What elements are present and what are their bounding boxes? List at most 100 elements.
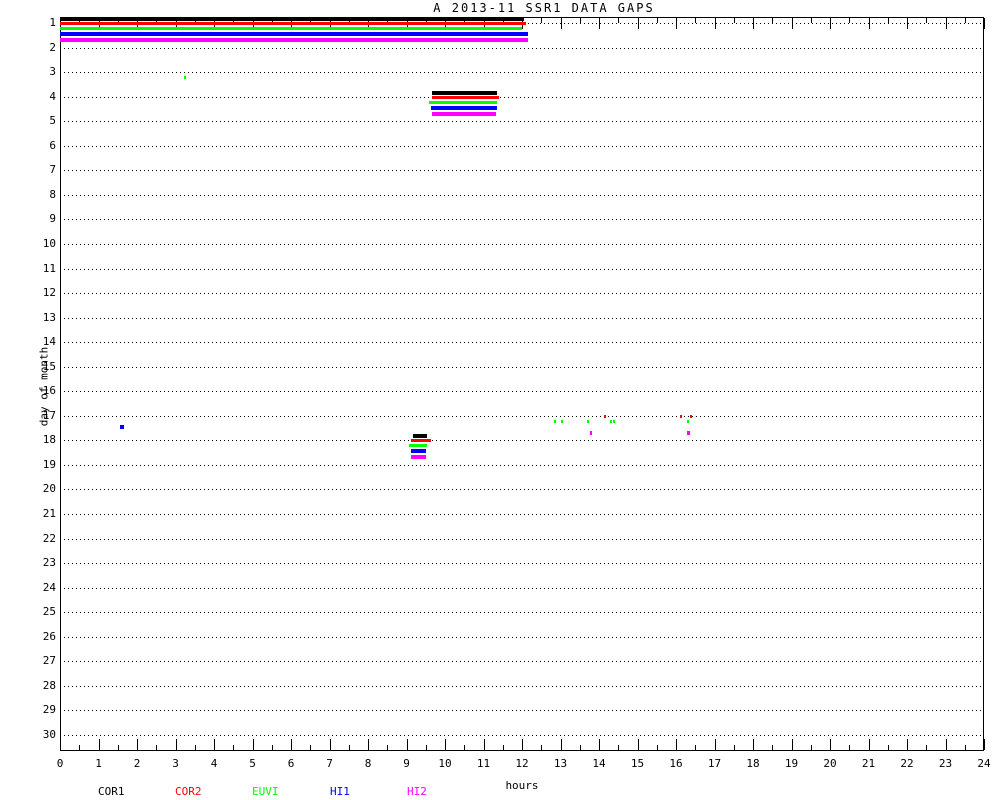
y-tick-label: 26 xyxy=(30,631,56,643)
y-tick-label: 15 xyxy=(30,361,56,373)
x-minor-tick-bottom xyxy=(541,745,542,750)
x-minor-tick-bottom xyxy=(118,745,119,750)
x-minor-tick-bottom xyxy=(926,745,927,750)
gap-bar-hi1-day4 xyxy=(431,106,497,110)
x-minor-tick-bottom xyxy=(233,745,234,750)
x-minor-tick-top xyxy=(772,18,773,23)
x-minor-tick-bottom xyxy=(349,745,350,750)
y-tick-label: 27 xyxy=(30,655,56,667)
y-tick-label: 29 xyxy=(30,704,56,716)
x-major-tick-bottom xyxy=(291,739,292,750)
x-major-tick-bottom xyxy=(907,739,908,750)
x-minor-tick-top xyxy=(965,18,966,23)
day-gridline xyxy=(60,391,984,392)
gap-bar-cor1-day18 xyxy=(413,434,427,438)
x-tick-label: 10 xyxy=(438,758,451,770)
x-tick-label: 12 xyxy=(515,758,528,770)
y-tick-label: 21 xyxy=(30,508,56,520)
x-minor-tick-bottom xyxy=(695,745,696,750)
y-tick-label: 20 xyxy=(30,483,56,495)
x-tick-label: 18 xyxy=(746,758,759,770)
x-major-tick-top xyxy=(869,18,870,29)
x-tick-label: 1 xyxy=(95,758,102,770)
y-tick-label: 6 xyxy=(30,140,56,152)
y-tick-label: 10 xyxy=(30,238,56,250)
x-minor-tick-bottom xyxy=(79,745,80,750)
chart-figure: A 2013-11 SSR1 DATA GAPS day of month 12… xyxy=(0,0,1000,800)
y-tick-label: 18 xyxy=(30,434,56,446)
y-tick-label: 4 xyxy=(30,91,56,103)
x-minor-tick-bottom xyxy=(888,745,889,750)
gap-bar-euvi-day17 xyxy=(613,420,615,423)
y-tick-label: 12 xyxy=(30,287,56,299)
x-minor-tick-top xyxy=(618,18,619,23)
y-tick-label: 22 xyxy=(30,533,56,545)
x-major-tick-top xyxy=(638,18,639,29)
plot-area xyxy=(60,17,984,751)
x-minor-tick-bottom xyxy=(580,745,581,750)
day-gridline xyxy=(60,342,984,343)
day-gridline xyxy=(60,146,984,147)
gap-bar-euvi-day4 xyxy=(429,101,497,104)
x-major-tick-bottom xyxy=(676,739,677,750)
x-tick-label: 0 xyxy=(57,758,64,770)
x-major-tick-bottom xyxy=(792,739,793,750)
gap-bar-hi2-day17 xyxy=(590,431,592,435)
x-major-tick-bottom xyxy=(137,739,138,750)
x-major-tick-bottom xyxy=(484,739,485,750)
x-minor-tick-bottom xyxy=(310,745,311,750)
y-tick-label: 23 xyxy=(30,557,56,569)
x-tick-label: 23 xyxy=(939,758,952,770)
y-tick-label: 3 xyxy=(30,66,56,78)
x-minor-tick-top xyxy=(926,18,927,23)
x-minor-tick-bottom xyxy=(464,745,465,750)
legend-item-cor1: COR1 xyxy=(98,785,125,798)
x-major-tick-top xyxy=(984,18,985,29)
x-tick-label: 22 xyxy=(900,758,913,770)
gap-bar-euvi-day18 xyxy=(409,444,427,447)
gap-bar-hi2-day4 xyxy=(432,112,496,116)
day-gridline xyxy=(60,97,984,98)
gap-bar-cor1-day4 xyxy=(432,91,497,95)
day-gridline xyxy=(60,416,984,417)
gap-bar-euvi-day17 xyxy=(687,420,689,423)
x-minor-tick-bottom xyxy=(965,745,966,750)
x-minor-tick-bottom xyxy=(195,745,196,750)
x-major-tick-top xyxy=(907,18,908,29)
x-tick-label: 4 xyxy=(211,758,218,770)
day-gridline xyxy=(60,269,984,270)
gap-bar-hi1-day1 xyxy=(60,32,528,36)
day-gridline xyxy=(60,637,984,638)
day-gridline xyxy=(60,72,984,73)
day-gridline xyxy=(60,244,984,245)
y-tick-label: 11 xyxy=(30,263,56,275)
x-tick-label: 3 xyxy=(172,758,179,770)
y-tick-label: 2 xyxy=(30,42,56,54)
y-tick-label: 7 xyxy=(30,164,56,176)
x-tick-label: 17 xyxy=(708,758,721,770)
x-minor-tick-top xyxy=(888,18,889,23)
gap-bar-cor2-day17 xyxy=(604,415,606,418)
y-tick-label: 8 xyxy=(30,189,56,201)
legend-item-hi2: HI2 xyxy=(407,785,427,798)
day-gridline xyxy=(60,563,984,564)
x-major-tick-bottom xyxy=(99,739,100,750)
x-minor-tick-bottom xyxy=(272,745,273,750)
x-minor-tick-top xyxy=(657,18,658,23)
x-major-tick-bottom xyxy=(638,739,639,750)
x-minor-tick-top xyxy=(580,18,581,23)
x-major-tick-bottom xyxy=(407,739,408,750)
y-tick-label: 19 xyxy=(30,459,56,471)
x-major-tick-top xyxy=(561,18,562,29)
y-tick-label: 9 xyxy=(30,213,56,225)
day-gridline xyxy=(60,219,984,220)
legend-item-euvi: EUVI xyxy=(252,785,279,798)
x-minor-tick-top xyxy=(811,18,812,23)
x-tick-label: 11 xyxy=(477,758,490,770)
legend-item-hi1: HI1 xyxy=(330,785,350,798)
x-tick-label: 6 xyxy=(288,758,295,770)
x-tick-label: 9 xyxy=(403,758,410,770)
x-major-tick-bottom xyxy=(176,739,177,750)
gap-bar-hi2-day18 xyxy=(411,455,426,459)
day-gridline xyxy=(60,588,984,589)
